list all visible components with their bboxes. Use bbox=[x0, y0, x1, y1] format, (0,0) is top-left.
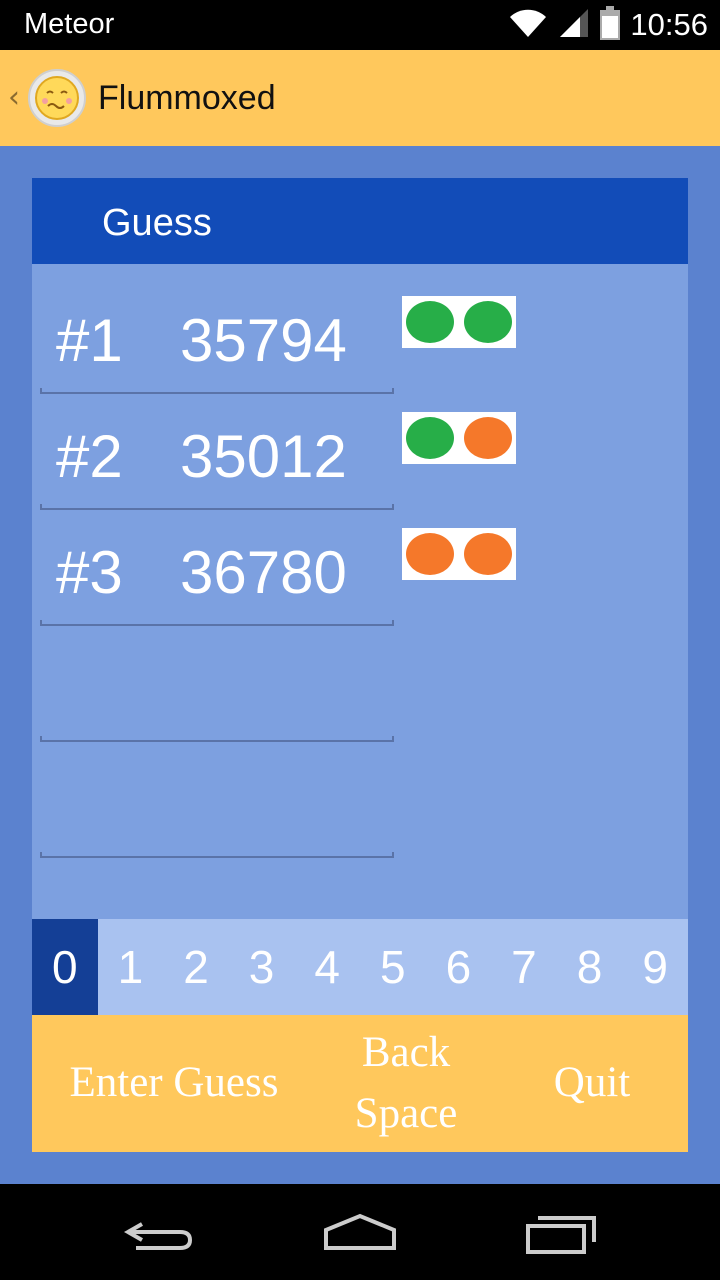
home-icon[interactable] bbox=[320, 1208, 400, 1256]
digit-key-7[interactable]: 7 bbox=[491, 919, 557, 1015]
guess-row: #3 36780 bbox=[40, 516, 394, 626]
back-space-label-line2: Space bbox=[354, 1089, 458, 1137]
carrier-label: Meteor bbox=[24, 8, 115, 40]
row-underline bbox=[40, 504, 394, 510]
digit-key-0[interactable]: 0 bbox=[32, 919, 98, 1015]
confused-face-icon[interactable] bbox=[28, 69, 86, 127]
guess-row: #1 35794 bbox=[40, 284, 394, 394]
row-underline bbox=[40, 620, 394, 626]
guess-row: #2 35012 bbox=[40, 400, 394, 510]
peg bbox=[464, 533, 512, 575]
clock: 10:56 bbox=[630, 7, 708, 42]
digit-key-2[interactable]: 2 bbox=[163, 919, 229, 1015]
recents-icon[interactable] bbox=[520, 1208, 600, 1256]
feedback-pegs bbox=[402, 528, 516, 580]
guess-panel-header: Guess bbox=[32, 178, 688, 264]
guess-number: #1 bbox=[56, 307, 123, 374]
back-space-label-line1: Back bbox=[361, 1029, 451, 1077]
signal-icon bbox=[558, 7, 590, 44]
digit-key-6[interactable]: 6 bbox=[426, 919, 492, 1015]
wifi-icon bbox=[508, 7, 548, 44]
feedback-pegs bbox=[402, 412, 516, 464]
back-space-button[interactable]: Back Space bbox=[316, 1015, 496, 1152]
guess-header-label: Guess bbox=[102, 202, 212, 244]
system-nav-bar bbox=[0, 1184, 720, 1280]
back-space-label: Back Space bbox=[355, 1023, 458, 1143]
digit-key-1[interactable]: 1 bbox=[98, 919, 164, 1015]
row-underline bbox=[40, 852, 394, 858]
peg bbox=[464, 301, 512, 343]
guess-number: #3 bbox=[56, 539, 123, 606]
digit-key-8[interactable]: 8 bbox=[557, 919, 623, 1015]
row-underline bbox=[40, 736, 394, 742]
peg bbox=[464, 417, 512, 459]
digit-key-3[interactable]: 3 bbox=[229, 919, 295, 1015]
guess-number: #2 bbox=[56, 423, 123, 490]
feedback-pegs bbox=[402, 296, 516, 348]
enter-guess-label: Enter Guess bbox=[69, 1059, 279, 1107]
digit-key-4[interactable]: 4 bbox=[294, 919, 360, 1015]
back-icon[interactable] bbox=[120, 1208, 200, 1256]
guess-code: 36780 bbox=[180, 539, 347, 606]
status-icons: 10:56 bbox=[508, 4, 708, 46]
guess-code: 35794 bbox=[180, 307, 347, 374]
battery-icon bbox=[600, 5, 621, 45]
digit-key-9[interactable]: 9 bbox=[622, 919, 688, 1015]
digit-selector: 0 1 2 3 4 5 6 7 8 9 bbox=[32, 919, 688, 1015]
status-bar: Meteor 10:56 bbox=[0, 0, 720, 50]
peg bbox=[406, 533, 454, 575]
quit-button[interactable]: Quit bbox=[496, 1015, 688, 1152]
action-buttons: Enter Guess Back Space Quit bbox=[32, 1015, 688, 1152]
row-underline bbox=[40, 388, 394, 394]
guess-panel: Guess #1 35794 #2 35012 #3 36780 0 1 2 3… bbox=[32, 178, 688, 1152]
game-screen: Guess #1 35794 #2 35012 #3 36780 0 1 2 3… bbox=[0, 146, 720, 1184]
enter-guess-button[interactable]: Enter Guess bbox=[32, 1015, 316, 1152]
digit-key-5[interactable]: 5 bbox=[360, 919, 426, 1015]
action-bar: ‹ Flummoxed bbox=[0, 50, 720, 146]
guess-row-empty bbox=[40, 748, 394, 858]
peg bbox=[406, 417, 454, 459]
quit-label: Quit bbox=[553, 1059, 631, 1107]
app-title: Flummoxed bbox=[98, 79, 276, 117]
chevron-left-icon[interactable]: ‹ bbox=[8, 80, 20, 115]
guess-code: 35012 bbox=[180, 423, 347, 490]
guess-row-empty bbox=[40, 632, 394, 742]
peg bbox=[406, 301, 454, 343]
